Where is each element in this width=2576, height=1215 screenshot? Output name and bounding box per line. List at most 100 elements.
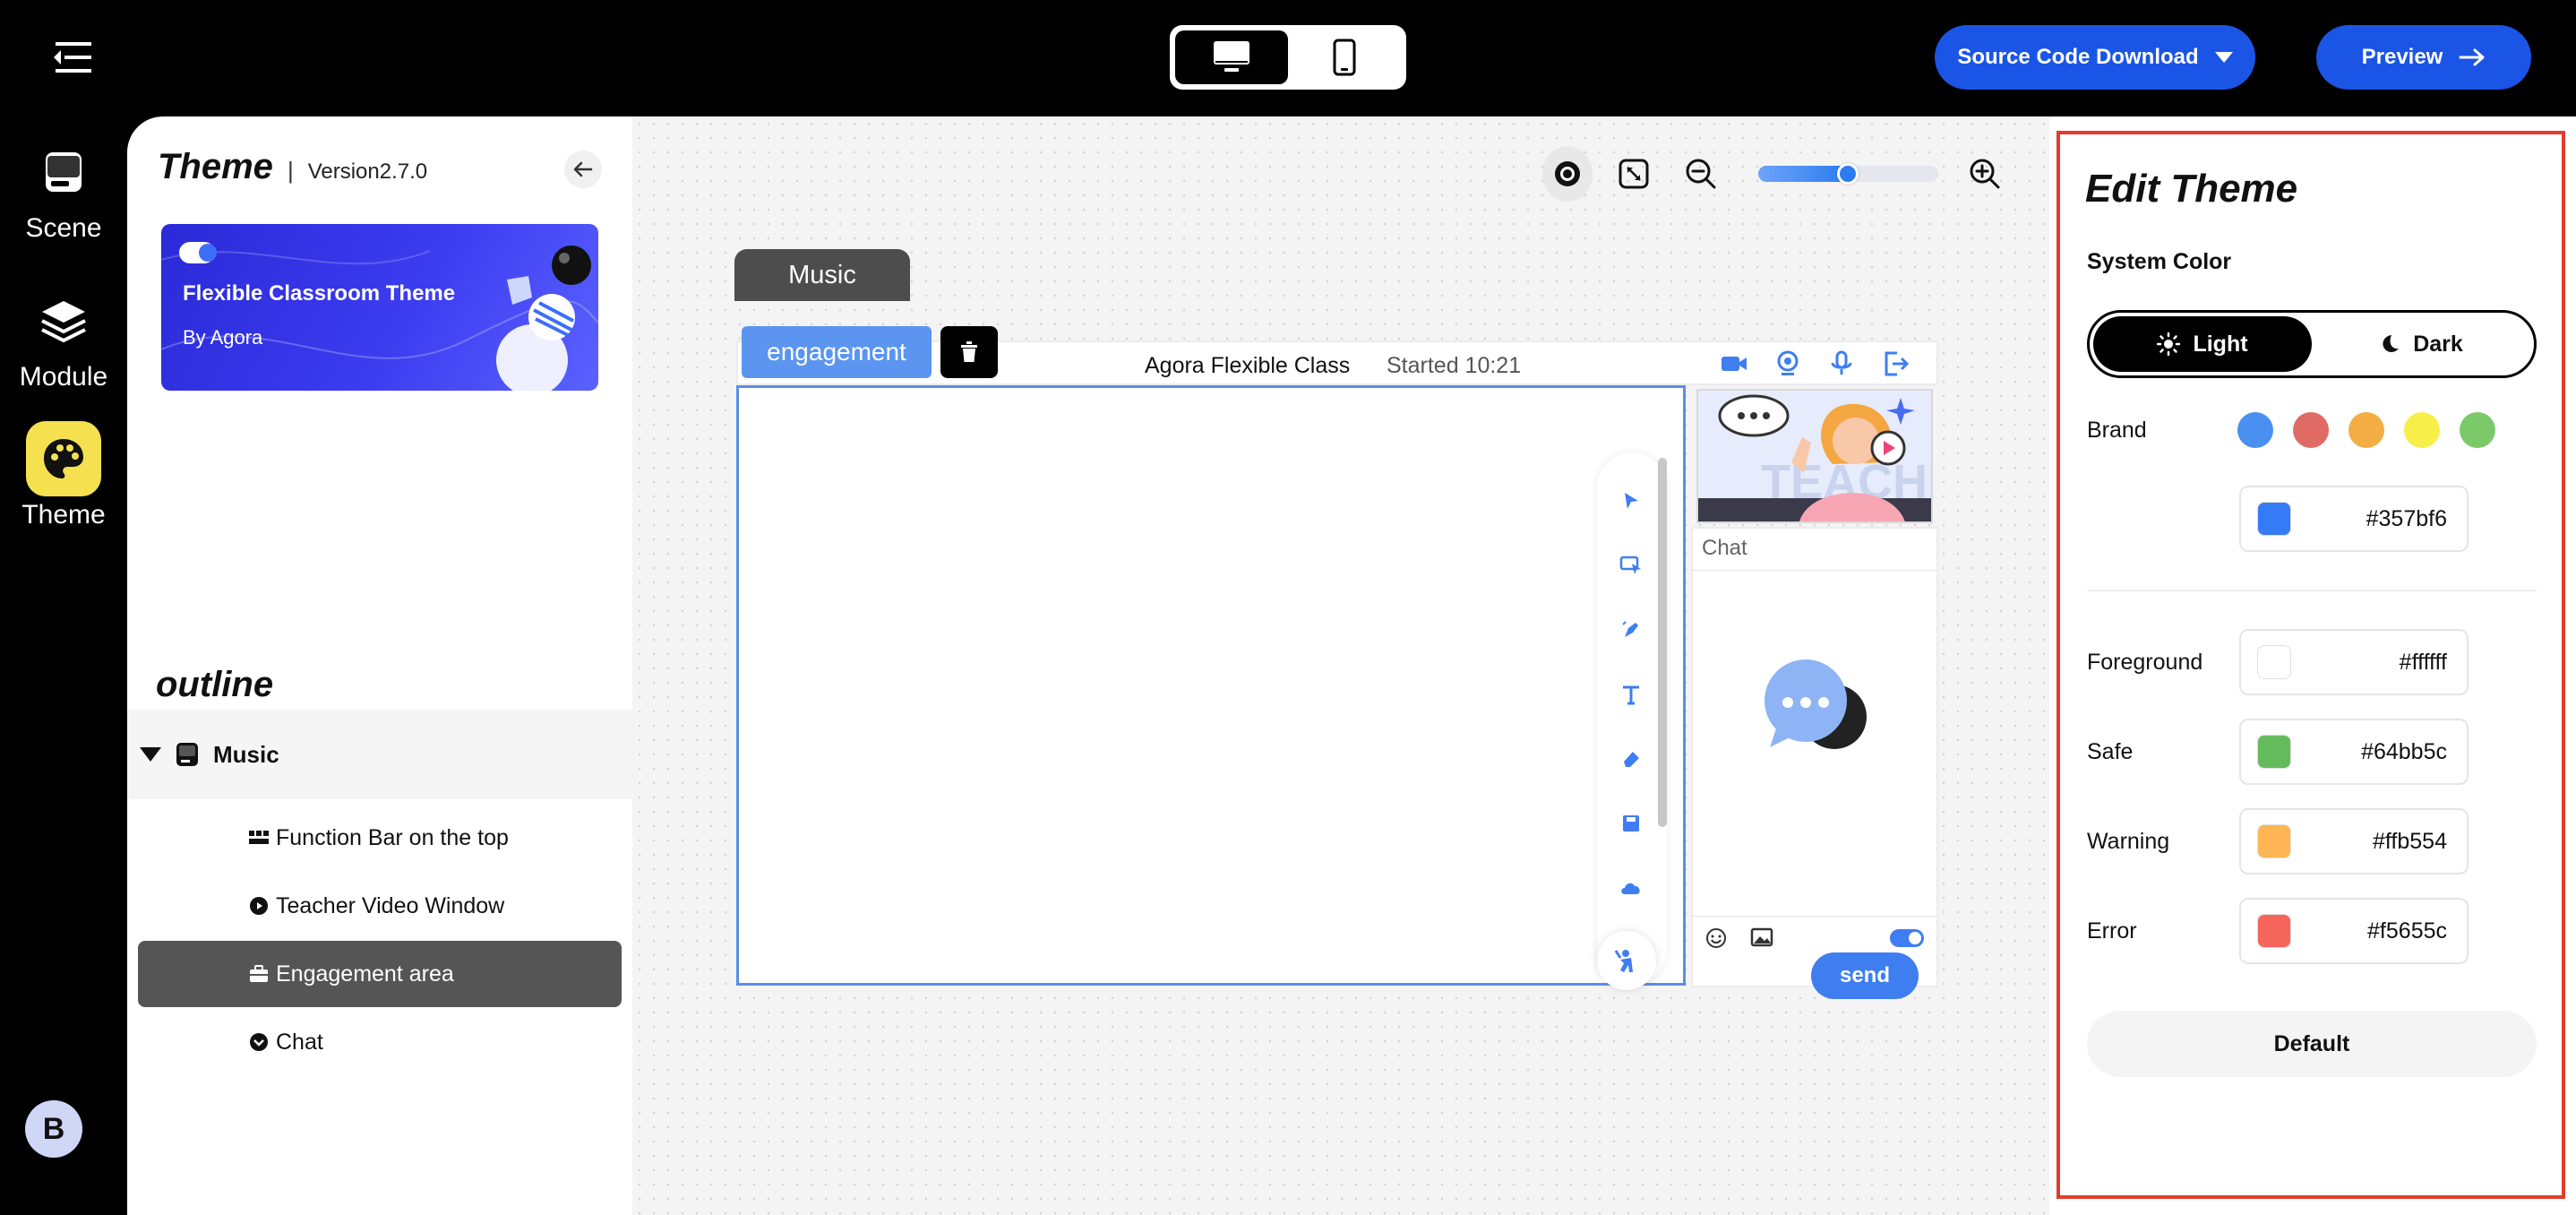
- rail-item-theme[interactable]: Theme: [0, 421, 127, 530]
- source-code-download-label: Source Code Download: [1957, 45, 2199, 69]
- light-mode-label: Light: [2193, 331, 2248, 357]
- outline-item-chat[interactable]: Chat: [138, 1009, 622, 1075]
- sun-icon: [2157, 332, 2181, 356]
- safe-color-chip: [2257, 735, 2291, 769]
- zoom-in-button[interactable]: [1960, 146, 2010, 202]
- microphone-icon[interactable]: [1825, 348, 1858, 380]
- fit-screen-button[interactable]: [1609, 146, 1659, 202]
- outline-group-music[interactable]: Music: [127, 710, 632, 799]
- rail-item-label: Scene: [25, 213, 102, 243]
- zoom-out-button[interactable]: [1675, 146, 1725, 202]
- foreground-color-chip: [2257, 645, 2291, 679]
- light-mode-button[interactable]: Light: [2093, 316, 2312, 372]
- exit-icon[interactable]: [1879, 348, 1911, 380]
- brand-swatch[interactable]: [2237, 412, 2273, 448]
- mode-toggle: Light Dark: [2087, 310, 2537, 378]
- grid-icon: [249, 828, 269, 848]
- outline-item-teacher-video[interactable]: Teacher Video Window: [138, 873, 622, 939]
- source-code-download-button[interactable]: Source Code Download: [1935, 25, 2255, 90]
- collapse-panel-button[interactable]: [564, 151, 602, 188]
- toolbar-scrollbar[interactable]: [1658, 458, 1667, 827]
- theme-card-artwork: [161, 242, 598, 391]
- desktop-icon: [1214, 41, 1249, 72]
- webcam-icon[interactable]: [1772, 348, 1804, 380]
- chat-circle-icon: [249, 1032, 269, 1052]
- delete-button[interactable]: [940, 326, 998, 378]
- teacher-video-window[interactable]: TEACHER: [1696, 389, 1933, 523]
- zoom-slider-knob[interactable]: [1837, 163, 1859, 185]
- caret-down-icon: [2214, 52, 2233, 63]
- select-tool-icon[interactable]: [1613, 483, 1649, 519]
- scene-tab-music[interactable]: Music: [734, 249, 910, 301]
- eraser-tool-icon[interactable]: [1613, 741, 1649, 777]
- camera-icon[interactable]: [1718, 348, 1750, 380]
- foreground-hex-value: #ffffff: [2399, 649, 2447, 675]
- cloud-tool-icon[interactable]: [1613, 870, 1649, 906]
- outline-item-engagement-area[interactable]: Engagement area: [138, 941, 622, 1007]
- zoom-slider-fill: [1757, 166, 1849, 182]
- brand-row: Brand: [2087, 412, 2239, 448]
- trash-icon: [961, 341, 977, 362]
- preview-label: Preview: [2361, 45, 2443, 69]
- theme-card-name: Flexible Classroom Theme: [183, 281, 456, 306]
- pen-tool-icon[interactable]: [1613, 612, 1649, 648]
- chat-bubbles-icon: [1765, 659, 1867, 749]
- device-toggle: [1170, 25, 1406, 90]
- briefcase-icon: [249, 964, 269, 984]
- class-title: Agora Flexible Class: [1145, 353, 1351, 378]
- send-button[interactable]: send: [1811, 952, 1919, 999]
- chat-panel: Chat send: [1691, 527, 1938, 999]
- design-canvas[interactable]: Music Agora Flexible Class Started 10:21…: [632, 116, 2049, 1215]
- error-hex-value: #f5655c: [2367, 918, 2447, 944]
- fit-screen-icon: [1619, 159, 1649, 189]
- hand-raise-button[interactable]: [1597, 931, 1656, 990]
- zoom-slider[interactable]: [1757, 163, 1938, 185]
- edit-theme-title: Edit Theme: [2085, 167, 2298, 211]
- top-bar: Source Code Download Preview: [0, 0, 2576, 116]
- warning-color-field[interactable]: #ffb554: [2239, 808, 2469, 875]
- layers-icon: [26, 283, 101, 358]
- brand-swatch[interactable]: [2404, 412, 2440, 448]
- engagement-whiteboard[interactable]: [736, 385, 1686, 990]
- emoji-icon[interactable]: [1705, 927, 1727, 953]
- outline-item-function-bar[interactable]: Function Bar on the top: [138, 805, 622, 871]
- outline-title: outline: [156, 665, 274, 704]
- foreground-color-field[interactable]: #ffffff: [2239, 629, 2469, 695]
- chat-input-bar: send: [1693, 916, 1936, 999]
- brand-swatch[interactable]: [2348, 412, 2384, 448]
- warning-label: Warning: [2087, 828, 2170, 854]
- edit-theme-panel: Edit Theme System Color Light Dark Brand: [2049, 116, 2576, 1215]
- brand-swatch[interactable]: [2460, 412, 2495, 448]
- rail-item-scene[interactable]: Scene: [0, 134, 127, 244]
- arrow-left-icon: [573, 161, 593, 177]
- text-tool-icon[interactable]: [1613, 676, 1649, 712]
- error-color-field[interactable]: #f5655c: [2239, 898, 2469, 964]
- safe-hex-value: #64bb5c: [2361, 738, 2447, 764]
- error-row: Error #f5655c: [2087, 898, 2469, 964]
- section-divider: [2087, 590, 2537, 591]
- safe-color-field[interactable]: #64bb5c: [2239, 719, 2469, 785]
- outline-item-label: Function Bar on the top: [276, 824, 509, 850]
- desktop-view-button[interactable]: [1175, 30, 1288, 84]
- safe-row: Safe #64bb5c: [2087, 719, 2469, 785]
- mobile-view-button[interactable]: [1288, 30, 1401, 84]
- rail-item-module[interactable]: Module: [0, 283, 127, 392]
- mute-toggle[interactable]: [1890, 929, 1924, 947]
- image-icon[interactable]: [1750, 927, 1773, 952]
- save-tool-icon[interactable]: [1613, 806, 1649, 841]
- focus-button[interactable]: [1542, 146, 1593, 202]
- menu-collapse-icon[interactable]: [47, 39, 91, 75]
- foreground-row: Foreground #ffffff: [2087, 629, 2469, 695]
- default-button[interactable]: Default: [2087, 1011, 2537, 1077]
- area-select-icon[interactable]: [1613, 547, 1649, 583]
- preview-button[interactable]: Preview: [2316, 25, 2531, 90]
- brand-label: Brand: [2087, 418, 2147, 443]
- theme-card[interactable]: Flexible Classroom Theme By Agora: [161, 224, 598, 391]
- error-color-chip: [2257, 914, 2291, 948]
- brand-color-field[interactable]: #357bf6: [2239, 486, 2469, 552]
- title-separator: |: [287, 157, 294, 184]
- dark-mode-button[interactable]: Dark: [2312, 316, 2530, 372]
- engagement-tag[interactable]: engagement: [742, 326, 932, 378]
- brand-swatch[interactable]: [2293, 412, 2329, 448]
- user-avatar[interactable]: B: [25, 1100, 82, 1158]
